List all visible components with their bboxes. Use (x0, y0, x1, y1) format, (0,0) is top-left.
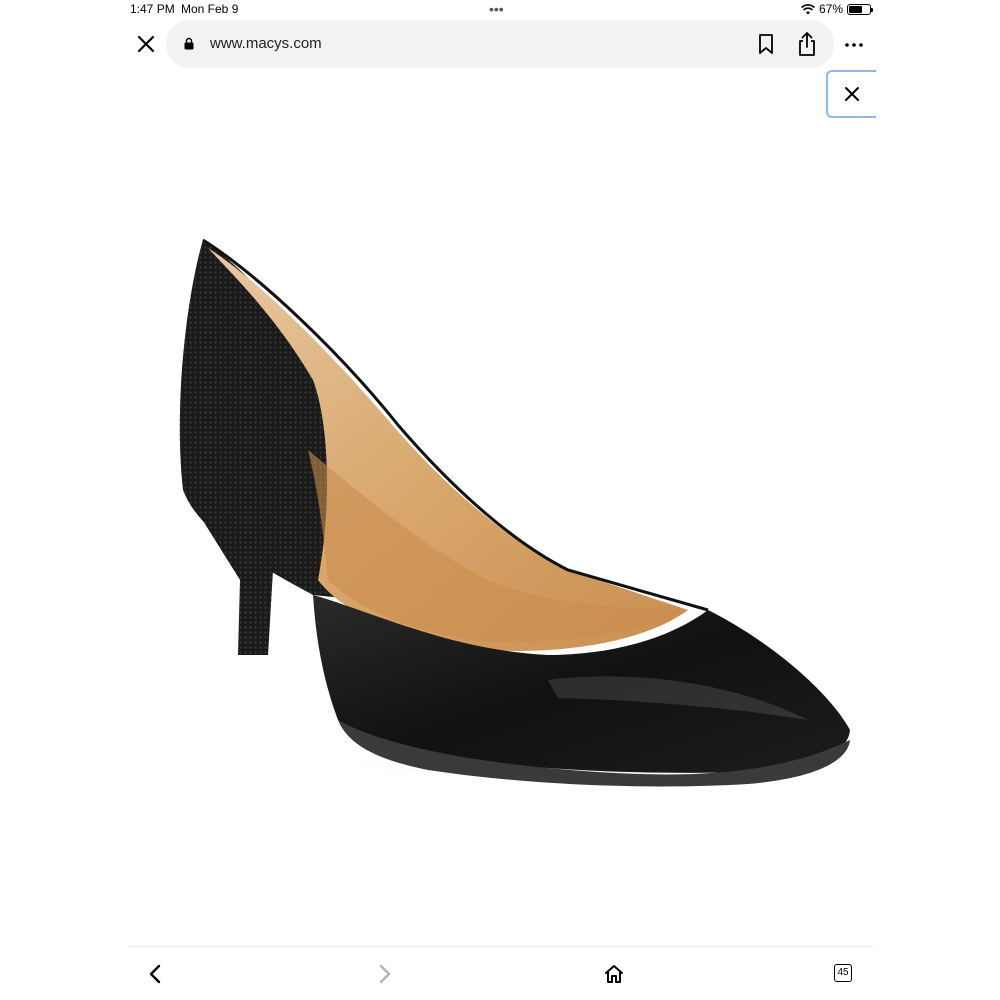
url-text[interactable]: www.macys.com (210, 35, 322, 52)
multitasking-dots[interactable]: ••• (489, 1, 504, 17)
browser-screen: 1:47 PM Mon Feb 9 ••• 67% www.macys.com … (128, 0, 876, 1000)
bookmark-button[interactable] (756, 33, 776, 55)
share-icon (799, 32, 815, 56)
battery-level (849, 5, 862, 13)
status-date: Mon Feb 9 (181, 2, 239, 16)
bottom-toolbar: 45 (128, 947, 873, 1000)
battery-icon (847, 3, 873, 15)
product-image[interactable] (128, 200, 873, 840)
share-button[interactable] (796, 31, 818, 57)
lock-icon (184, 37, 194, 50)
overlay-close-button[interactable] (826, 70, 876, 118)
close-tab-button[interactable] (134, 32, 158, 56)
home-button[interactable] (604, 963, 624, 985)
battery-percent: 67% (818, 2, 843, 16)
forward-button[interactable] (374, 963, 394, 985)
more-button[interactable] (844, 36, 864, 47)
more-icon (845, 43, 863, 47)
status-indicators: 67% (801, 2, 873, 16)
address-bar[interactable]: www.macys.com (166, 20, 834, 68)
status-time: 1:47 PM (130, 2, 175, 16)
close-icon (845, 87, 859, 101)
status-bar: 1:47 PM Mon Feb 9 ••• 67% (128, 0, 873, 18)
back-button[interactable] (146, 963, 166, 985)
chevron-left-icon (149, 964, 161, 984)
chevron-right-icon (379, 964, 391, 984)
home-icon (605, 965, 623, 983)
bookmark-icon (759, 34, 773, 54)
close-icon (137, 35, 155, 53)
tabs-button[interactable]: 45 (834, 964, 852, 982)
wifi-icon (801, 3, 815, 14)
tabs-count: 45 (837, 967, 849, 978)
